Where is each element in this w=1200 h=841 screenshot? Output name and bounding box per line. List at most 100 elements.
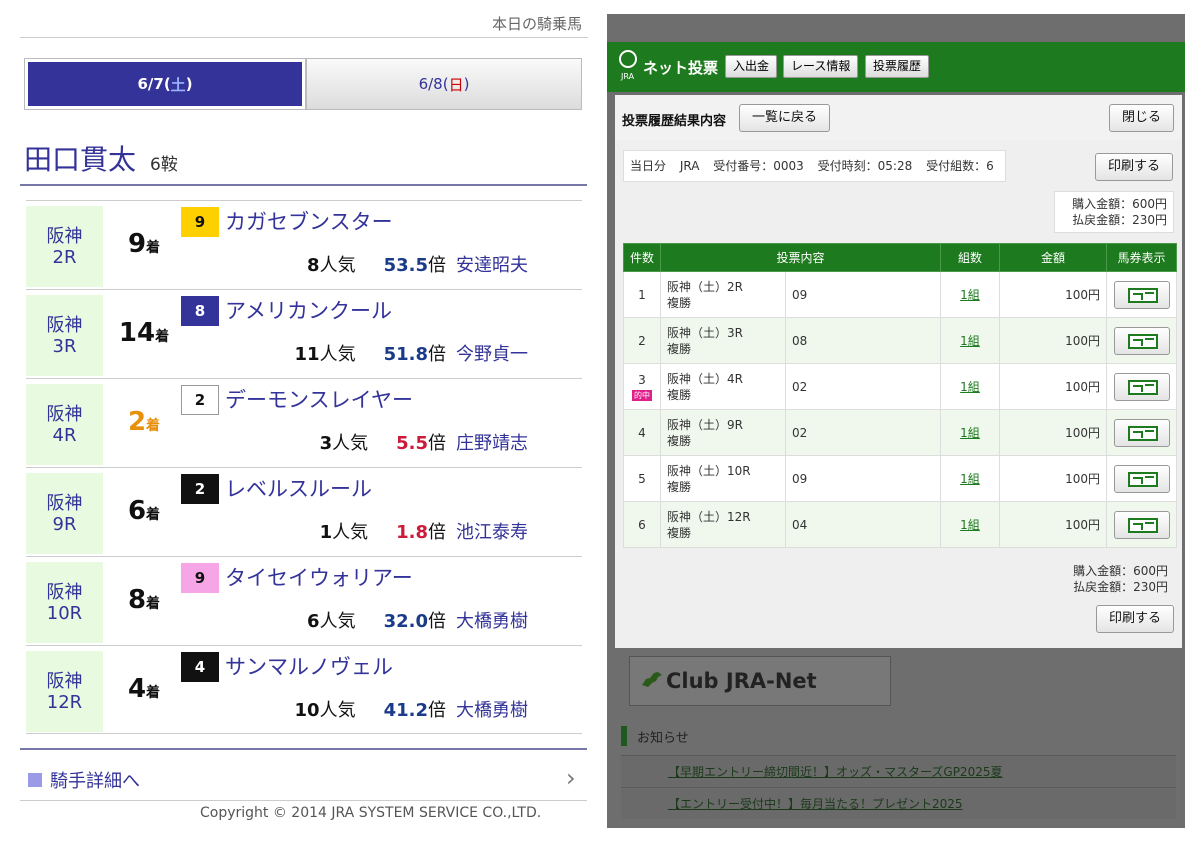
kumi-link[interactable]: 1組 (960, 288, 980, 302)
summary-receipt-no: 受付番号：0003 (713, 159, 804, 173)
race-number: 12R (46, 691, 83, 713)
kumi-link[interactable]: 1組 (960, 380, 980, 394)
bet-type: 複勝 (667, 295, 692, 310)
summary-org: JRA (679, 159, 700, 173)
ticket-view-button[interactable] (1113, 326, 1170, 355)
print-button-bottom[interactable]: 印刷する (1096, 605, 1175, 633)
popularity: 3人気 (320, 433, 369, 454)
news-title: お知らせ (637, 730, 689, 746)
popularity-suffix: 人気 (332, 522, 369, 543)
table-row: 3 的中 阪神（土）4R 複勝 02 1組 100円 (623, 363, 1177, 410)
tab-date-6-7[interactable]: 6/7(土) (24, 58, 306, 110)
vote-history-button[interactable]: 投票履歴 (865, 55, 930, 78)
trainer-link[interactable]: 今野貞一 (456, 344, 528, 365)
race-venue: 阪神 (46, 492, 83, 514)
tab-day-label: 日 (448, 75, 464, 94)
race-link[interactable]: 阪神 12R (26, 651, 103, 732)
kumi-cell: 1組 (940, 317, 1000, 364)
finish-suffix: 着 (146, 240, 161, 256)
trainer-link[interactable]: 庄野靖志 (456, 433, 528, 454)
ride-stats: 6人気 32.0倍 大橋勇樹 (307, 607, 528, 633)
chevron-right-icon[interactable]: › (566, 764, 576, 792)
popularity-suffix: 人気 (332, 433, 369, 454)
ticket-view-button[interactable] (1113, 510, 1170, 539)
odds-suffix: 倍 (428, 344, 446, 365)
kumi-link[interactable]: 1組 (960, 426, 980, 440)
net-vote-panel: JRA ネット投票 入出金 レース情報 投票履歴 投票履歴結果内容 一覧に戻る … (607, 14, 1185, 828)
modal-title: 投票履歴結果内容 (622, 114, 727, 129)
tab-date-6-8[interactable]: 6/8(日) (306, 58, 582, 110)
horse-name-link[interactable]: デーモンスレイヤー (225, 385, 413, 415)
divider (20, 748, 587, 750)
horse-name-link[interactable]: レベルスルール (225, 474, 372, 504)
news-item[interactable]: 【早期エントリー締切間近！】オッズ・マスターズGP2025夏 (621, 755, 1176, 787)
jockey-detail-link[interactable]: 騎手詳細へ (28, 767, 140, 793)
amount-cell: 100円 (999, 363, 1107, 410)
horse-name-link[interactable]: アメリカンクール (225, 296, 392, 326)
race-info-button[interactable]: レース情報 (783, 55, 859, 78)
ticket-view-button[interactable] (1113, 372, 1170, 401)
kumi-link[interactable]: 1組 (960, 472, 980, 486)
ticket-cell (1106, 409, 1177, 456)
ticket-icon (1127, 471, 1158, 487)
popularity: 1人気 (320, 522, 369, 543)
odds-suffix: 倍 (428, 255, 446, 276)
copyright-text: Copyright © 2014 JRA SYSTEM SERVICE CO.,… (200, 805, 542, 821)
deposit-withdraw-button[interactable]: 入出金 (725, 55, 778, 78)
horse-name-link[interactable]: タイセイウォリアー (225, 563, 413, 593)
jockey-rides-panel: 本日の騎乗馬 6/7(土) 6/8(日) 田口貫太 6鞍 阪神 2R 9着 9 カガセブ… (0, 0, 607, 841)
news-item[interactable]: 【エントリー受付中！】毎月当たる！プレゼント2025 (621, 787, 1176, 819)
trainer-link[interactable]: 大橋勇樹 (456, 611, 528, 632)
square-bullet-icon (28, 773, 42, 787)
trainer-link[interactable]: 安達昭夫 (456, 255, 528, 276)
race-link[interactable]: 阪神 10R (26, 562, 103, 643)
trainer-link[interactable]: 大橋勇樹 (456, 700, 528, 721)
race-cell: 阪神（土）2R 複勝 (660, 271, 786, 318)
odds: 1.8倍 (396, 522, 446, 543)
print-button-top[interactable]: 印刷する (1095, 153, 1174, 181)
race-venue: 阪神 (46, 581, 83, 603)
finish-number: 8 (127, 585, 147, 615)
kumi-cell: 1組 (940, 501, 1000, 548)
kumi-cell: 1組 (940, 363, 1000, 410)
ticket-icon (1127, 379, 1158, 395)
close-button[interactable]: 閉じる (1109, 104, 1175, 132)
horse-name-link[interactable]: カガセブンスター (225, 207, 393, 237)
ticket-view-button[interactable] (1113, 280, 1170, 309)
race-link[interactable]: 阪神 4R (26, 384, 103, 465)
club-jra-net-banner[interactable]: Club JRA-Net (629, 656, 891, 706)
trainer-link[interactable]: 池江泰寿 (456, 522, 528, 543)
race-link[interactable]: 阪神 9R (26, 473, 103, 554)
purchase-amount: 購入金額：600円 (1073, 564, 1168, 578)
row-number: 4 (638, 425, 646, 440)
horse-name-link[interactable]: サンマルノヴェル (225, 652, 393, 682)
ride-row: 阪神 9R 6着 2 レベルスルール 1人気 1.8倍 池江泰寿 (26, 467, 582, 556)
horse-number-badge: 8 (181, 296, 219, 326)
odds-value: 32.0 (383, 611, 428, 632)
receipt-summary: 当日分 JRA 受付番号：0003 受付時刻：05:28 受付組数：6 (623, 150, 1006, 182)
race-venue: 阪神 (46, 314, 83, 336)
ticket-view-button[interactable] (1113, 418, 1170, 447)
kumi-link[interactable]: 1組 (960, 518, 980, 532)
col-kumi: 組数 (940, 243, 1000, 272)
bet-type: 複勝 (667, 341, 692, 356)
hit-badge: 的中 (632, 389, 652, 401)
tab-paren-close: ) (185, 75, 193, 93)
back-to-list-button[interactable]: 一覧に戻る (739, 104, 831, 132)
jra-logo-icon (619, 50, 637, 68)
popularity-suffix: 人気 (319, 344, 356, 365)
todays-rides-link[interactable]: 本日の騎乗馬 (20, 12, 588, 38)
row-number-cell: 4 (623, 409, 661, 456)
purchase-amount: 購入金額：600円 (1072, 197, 1167, 211)
odds: 51.8倍 (384, 344, 446, 365)
race-number: 2R (52, 246, 77, 268)
ride-row: 阪神 4R 2着 2 デーモンスレイヤー 3人気 5.5倍 庄野靖志 (26, 378, 582, 467)
race-link[interactable]: 阪神 2R (26, 206, 103, 287)
col-count: 件数 (623, 243, 661, 272)
ticket-view-button[interactable] (1113, 464, 1170, 493)
kumi-link[interactable]: 1組 (960, 334, 980, 348)
popularity-value: 11 (294, 344, 320, 365)
selection-cell: 02 (785, 363, 941, 410)
table-row: 2 阪神（土）3R 複勝 08 1組 100円 (623, 317, 1177, 364)
race-link[interactable]: 阪神 3R (26, 295, 103, 376)
